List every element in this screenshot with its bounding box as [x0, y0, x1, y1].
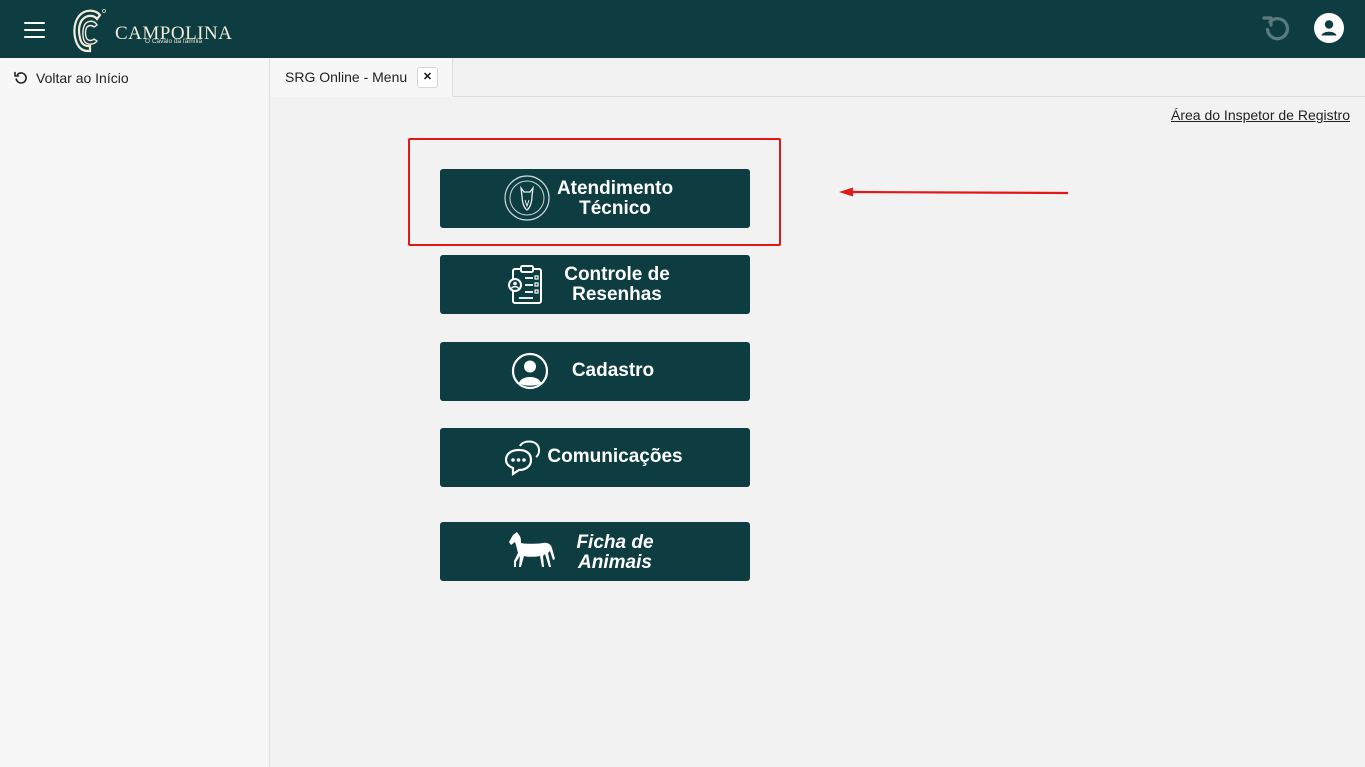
brand-logo[interactable]: CAMPOLINA O Cavalo da família [70, 6, 240, 54]
button-label: Ficha de Animais [576, 532, 654, 573]
tab-strip: SRG Online - Menu ✕ [270, 58, 1365, 97]
hamburger-icon[interactable] [20, 17, 50, 43]
back-to-home-link[interactable]: Voltar ao Início [14, 68, 129, 88]
tab-srg-online-menu[interactable]: SRG Online - Menu ✕ [270, 58, 453, 97]
undo-icon [14, 71, 27, 84]
tab-label: SRG Online - Menu [285, 69, 408, 85]
clipboard-icon [508, 265, 542, 304]
close-icon[interactable]: ✕ [417, 67, 438, 88]
highlight-annotation-box [408, 138, 781, 246]
ficha-de-animais-button[interactable]: Ficha de Animais [440, 522, 750, 581]
user-avatar-icon[interactable] [1314, 13, 1344, 43]
arrow-annotation-icon [839, 187, 1069, 197]
person-icon [511, 352, 549, 390]
comunicacoes-button[interactable]: Comunicações [440, 428, 750, 487]
top-bar: CAMPOLINA O Cavalo da família [0, 0, 1365, 58]
controle-de-resenhas-button[interactable]: Controle de Resenhas [440, 255, 750, 314]
cadastro-button[interactable]: Cadastro [440, 342, 750, 401]
button-label: Controle de Resenhas [564, 264, 670, 305]
refresh-icon[interactable] [1261, 13, 1293, 45]
horseshoe-logo-icon [73, 9, 106, 53]
inspector-area-link[interactable]: Área do Inspetor de Registro [1171, 107, 1350, 123]
sidebar: Voltar ao Início [0, 58, 270, 767]
button-label: Cadastro [571, 360, 655, 381]
back-to-home-label: Voltar ao Início [36, 70, 129, 86]
horse-icon [509, 532, 555, 567]
brand-tagline: O Cavalo da família [145, 38, 203, 45]
button-label: Comunicações [547, 446, 683, 467]
chat-bubbles-icon [504, 440, 541, 477]
